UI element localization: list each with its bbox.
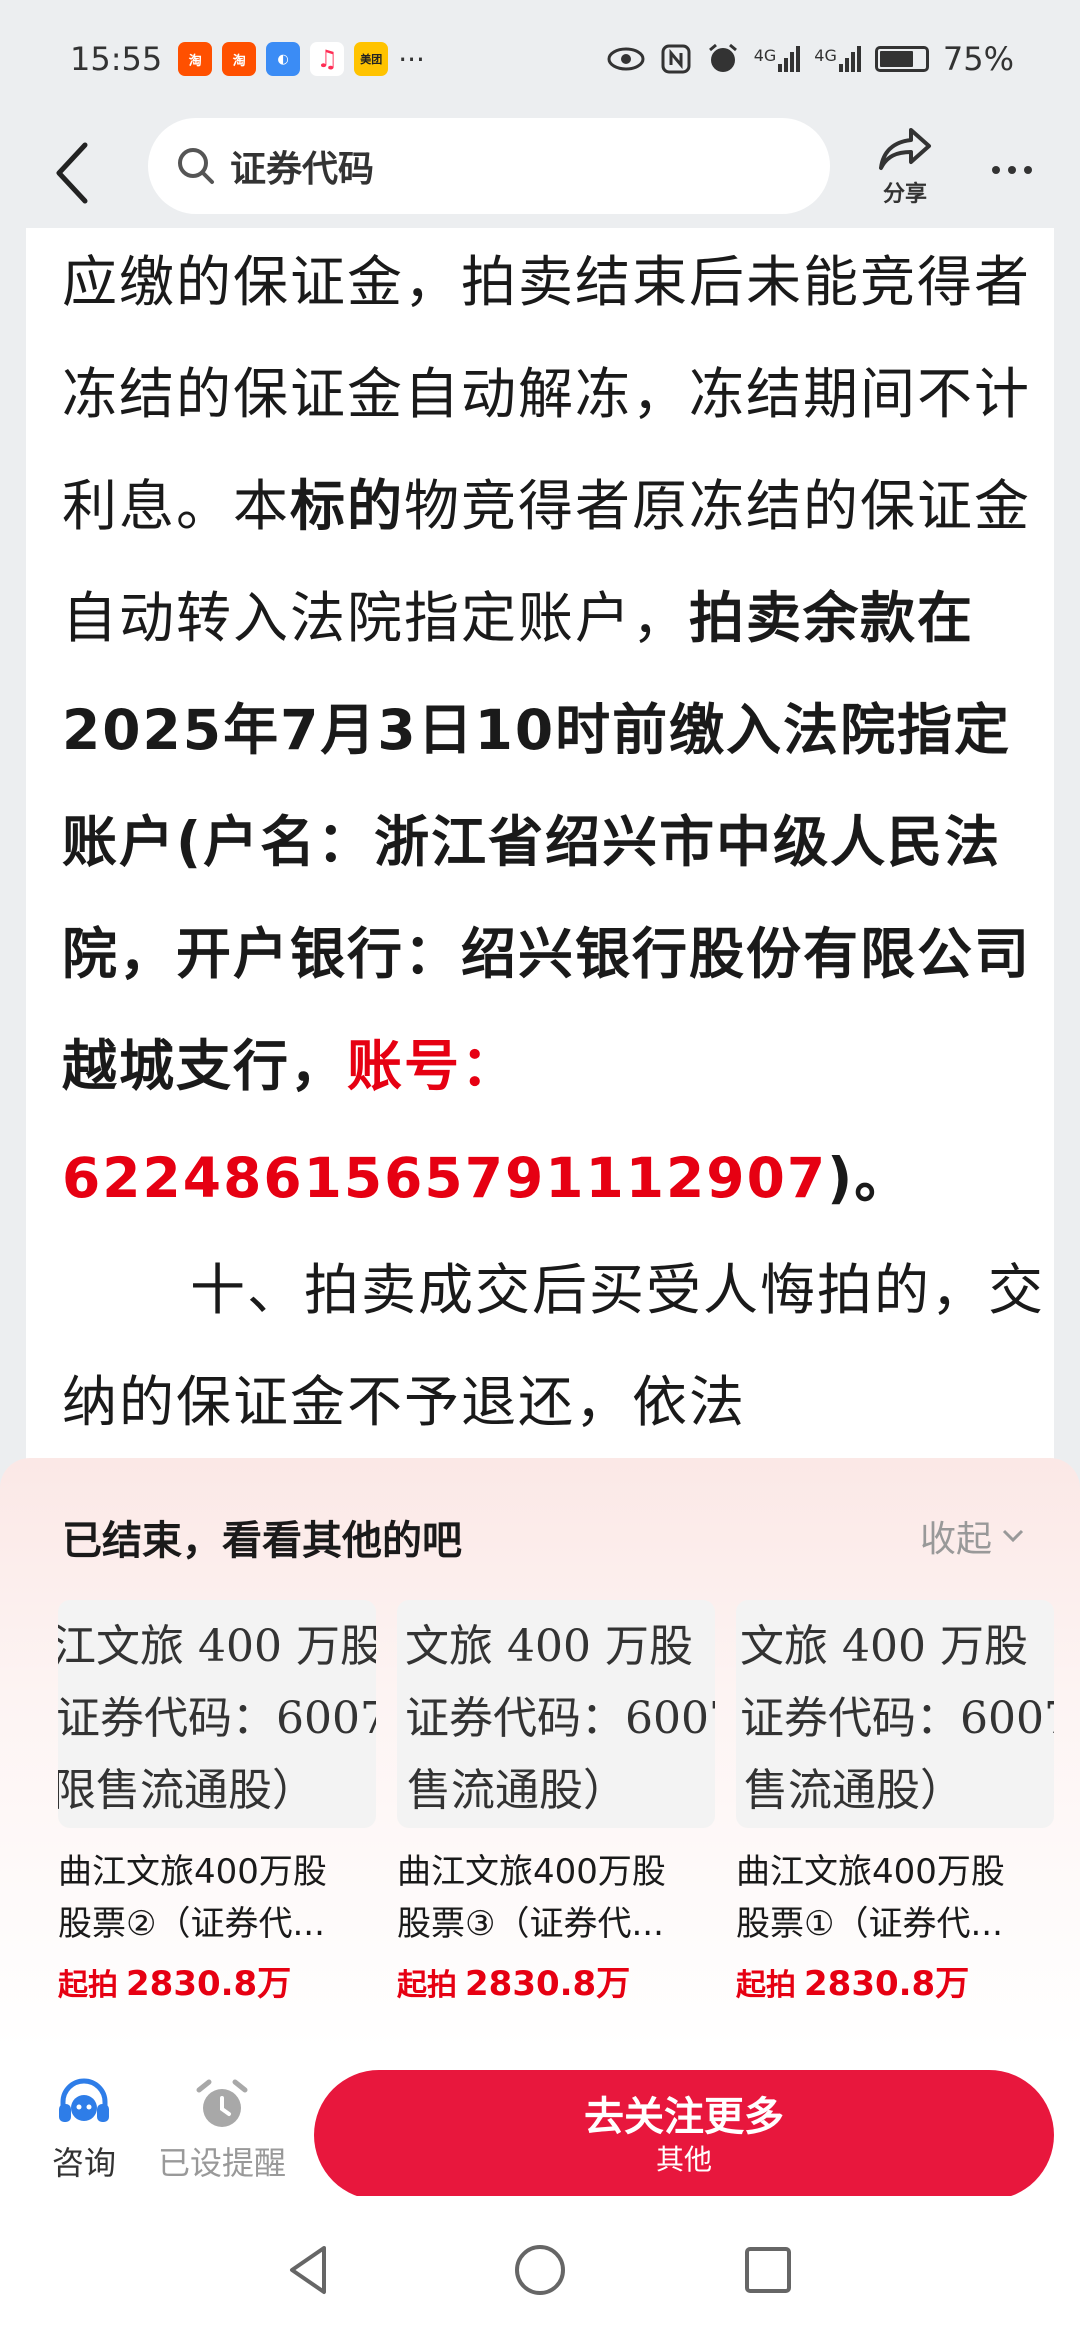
sheet-title: 已结束，看看其他的吧	[62, 1518, 462, 1564]
browser-icon: ◐	[266, 42, 301, 76]
card-title-line: 曲江文旅400万股	[736, 1852, 1005, 1892]
follow-more-label: 去关注更多	[584, 2094, 784, 2140]
taobao-icon: 淘	[178, 42, 213, 76]
search-placeholder: 证券代码	[230, 149, 375, 190]
chevron-left-icon	[56, 142, 88, 204]
remind-label: 已设提醒	[158, 2144, 287, 2182]
top-nav: 证券代码 分享	[0, 118, 1080, 228]
status-bar: 15:55 淘淘 ◐ ♫ 美团 ··· 4G 4G 75%	[0, 0, 1080, 118]
thumbnail-text: 证券代码：60070	[740, 1693, 1054, 1744]
price-value: 2830.8万	[465, 1964, 631, 2004]
document-text-segment: 标的	[290, 474, 405, 538]
home-circle-icon[interactable]	[510, 2240, 570, 2300]
auction-thumbnail: 江文旅 400 万股 证券代码：6007 限售流通股）	[58, 1600, 376, 1828]
recents-square-icon[interactable]	[738, 2240, 798, 2300]
consult-label: 咨询	[52, 2144, 117, 2182]
signal-strength-icon: 4G	[754, 46, 801, 72]
meituan-icon: 美团	[354, 42, 389, 76]
share-label: 分享	[882, 182, 927, 207]
network-type-1: 4G	[753, 46, 777, 65]
card-title-line: 曲江文旅400万股	[397, 1852, 666, 1892]
battery-percent: 75%	[942, 40, 1014, 78]
search-icon	[178, 148, 214, 184]
consult-button[interactable]: 咨询	[52, 2078, 116, 2184]
document-text-segment: )。	[827, 1146, 912, 1210]
collapse-button[interactable]: 收起	[920, 1510, 1024, 1562]
dot	[1024, 166, 1032, 174]
follow-more-sublabel: 其他	[655, 2143, 712, 2176]
thumbnail-text: 江文旅 400 万股	[58, 1621, 376, 1672]
system-navigation-bar	[0, 2196, 1080, 2340]
thumbnail-text: 文旅 400 万股	[405, 1621, 693, 1672]
auction-thumbnail: 文旅 400 万股证券代码：60070 售流通股）	[736, 1600, 1054, 1828]
action-bar: 咨询 已设提醒 去关注更多 其他	[0, 2050, 1080, 2200]
price-prefix: 起拍	[58, 1968, 118, 2003]
recommendation-sheet: 已结束，看看其他的吧 收起 江文旅 400 万股 证券代码：6007 限售流通股） 曲…	[0, 1458, 1080, 2050]
card-price: 起拍 2830.8万	[397, 1956, 715, 2005]
alarm-icon	[708, 43, 737, 72]
thumbnail-text: 证券代码：6007	[405, 1693, 715, 1744]
notification-icons: 淘淘 ◐ ♫ 美团	[178, 42, 389, 76]
document-body: 应缴的保证金，拍卖结束后未能竞得者冻结的保证金自动解冻，冻结期间不计利息。本标的…	[62, 228, 1052, 1458]
price-prefix: 起拍	[736, 1968, 796, 2003]
share-button[interactable]: 分享	[872, 124, 938, 216]
signal-strength-icon: 4G	[814, 46, 861, 72]
eye-comfort-icon	[607, 47, 645, 71]
thumbnail-text: 售流通股）	[407, 1765, 627, 1816]
price-value: 2830.8万	[804, 1964, 970, 2004]
card-title-line: 股票③（证券代...	[397, 1904, 664, 1944]
announcement-document: 应缴的保证金，拍卖结束后未能竞得者冻结的保证金自动解冻，冻结期间不计利息。本标的…	[26, 228, 1054, 1490]
network-type-2: 4G	[814, 46, 837, 65]
reminder-button[interactable]: 已设提醒	[158, 2078, 286, 2184]
more-notifications-icon: ···	[398, 42, 425, 76]
chevron-down-icon	[1002, 1529, 1024, 1543]
music-icon: ♫	[310, 42, 345, 76]
document-text-segment: 拍卖余款在 2025年7月3日10时前缴入法院指定账户(户名：浙江省绍兴市中级人…	[62, 586, 1032, 1098]
auction-card[interactable]: 文旅 400 万股 证券代码：6007 售流通股） 曲江文旅400万股 股票③（证券代.…	[397, 1600, 715, 2005]
search-input[interactable]: 证券代码	[148, 118, 830, 214]
status-indicators: 4G 4G 75%	[606, 40, 1014, 78]
card-title: 曲江文旅400万股 股票①（证券代...	[736, 1846, 1036, 1950]
price-value: 2830.8万	[126, 1964, 292, 2004]
card-title-line: 股票①（证券代...	[736, 1904, 1003, 1944]
dot	[1008, 166, 1016, 174]
card-title: 曲江文旅400万股 股票③（证券代...	[397, 1846, 697, 1950]
auction-card[interactable]: 文旅 400 万股证券代码：60070 售流通股） 曲江文旅400万股股票①（证券代…	[736, 1600, 1054, 2005]
card-title-line: 股票②（证券代...	[58, 1904, 325, 1944]
thumbnail-text: 证券代码：6007	[58, 1693, 376, 1744]
taobao-icon: 淘	[222, 42, 257, 76]
card-price: 起拍 2830.8万	[58, 1956, 376, 2005]
customer-service-icon	[59, 2078, 109, 2122]
thumbnail-text: 限售流通股）	[58, 1765, 316, 1816]
auction-card[interactable]: 江文旅 400 万股 证券代码：6007 限售流通股） 曲江文旅400万股 股票②（证券…	[58, 1600, 376, 2005]
thumbnail-text: 文旅 400 万股	[740, 1621, 1028, 1672]
collapse-label: 收起	[919, 1519, 992, 1560]
price-prefix: 起拍	[397, 1968, 457, 2003]
card-title: 曲江文旅400万股 股票②（证券代...	[58, 1846, 358, 1950]
auction-cards: 江文旅 400 万股 证券代码：6007 限售流通股） 曲江文旅400万股 股票②（证券…	[58, 1600, 1080, 2030]
auction-thumbnail: 文旅 400 万股 证券代码：6007 售流通股）	[397, 1600, 715, 1828]
back-triangle-icon[interactable]	[280, 2240, 340, 2300]
thumbnail-text: 售流通股）	[744, 1765, 964, 1816]
nfc-icon	[661, 44, 691, 74]
follow-more-button[interactable]: 去关注更多 其他	[314, 2070, 1054, 2200]
document-text-segment: 十、拍卖成交后买受人悔拍的，交纳的保证金不予退还，依法	[62, 1258, 1046, 1434]
status-time: 15:55	[70, 40, 163, 78]
dot	[992, 166, 1000, 174]
back-button[interactable]	[40, 136, 104, 210]
alarm-clock-icon	[196, 2079, 248, 2127]
battery-icon	[874, 46, 929, 72]
card-price: 起拍 2830.8万	[736, 1956, 1054, 2005]
share-icon	[879, 128, 931, 170]
card-title-line: 曲江文旅400万股	[58, 1852, 327, 1892]
more-options-button[interactable]	[980, 138, 1044, 202]
